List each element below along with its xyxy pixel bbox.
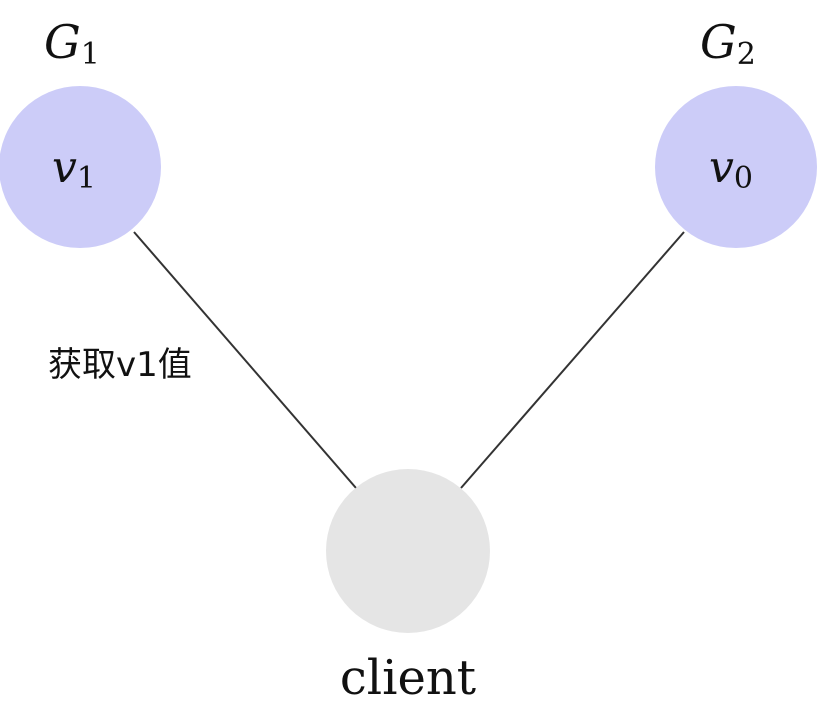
diagram-canvas: G1 v1 G2 v0 client 获取v1值 [0, 15, 817, 706]
client-node [326, 469, 490, 633]
edge-label-get-v1: 获取v1值 [48, 345, 192, 385]
client-label: client [340, 650, 476, 706]
g2-group-label: G2 [700, 15, 756, 72]
edge-g2-client [460, 231, 685, 489]
g1-group-label: G1 [44, 15, 100, 72]
